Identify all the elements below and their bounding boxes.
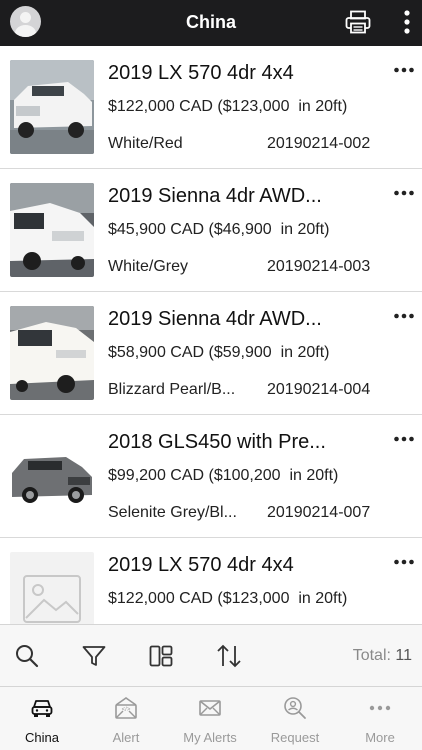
total-number: 11	[395, 647, 412, 664]
vehicle-list[interactable]: 2019 LX 570 4dr 4x4 $122,000 CAD ($123,0…	[0, 46, 422, 624]
listing-price: $99,200 CAD ($100,200 in 20ft)	[108, 467, 339, 484]
listing-stock-number: 20190214-004	[267, 381, 371, 398]
list-toolbar: Total: 11	[0, 624, 422, 687]
list-item[interactable]: 2018 GLS450 with Pre... $99,200 CAD ($10…	[0, 415, 422, 538]
listing-price: $122,000 CAD ($123,000 in 20ft)	[108, 98, 348, 115]
more-icon[interactable]	[393, 66, 415, 74]
listing-price: $45,900 CAD ($46,900 in 20ft)	[108, 221, 330, 238]
listing-color: White/Red	[108, 135, 183, 152]
tab-label: My Alerts	[183, 730, 237, 745]
vehicle-thumbnail	[10, 60, 94, 154]
vehicle-thumbnail	[10, 429, 94, 523]
listing-color: Blizzard Pearl/B...	[108, 381, 236, 398]
more-icon[interactable]	[393, 558, 415, 566]
car-icon	[31, 700, 53, 717]
list-item[interactable]: 2019 Sienna 4dr AWD... $58,900 CAD ($59,…	[0, 292, 422, 415]
tab-label: Request	[270, 730, 320, 745]
search-icon[interactable]	[14, 643, 40, 669]
more-icon[interactable]	[393, 435, 415, 443]
listing-color: White/Grey	[108, 258, 189, 275]
top-bar: China	[0, 0, 422, 46]
vehicle-thumbnail	[10, 306, 94, 400]
tab-my-alerts[interactable]: My Alerts	[168, 687, 252, 750]
total-label: Total:	[352, 647, 396, 664]
tab-request[interactable]: Request	[253, 687, 337, 750]
tab-alert[interactable]: </> Alert	[84, 687, 168, 750]
listing-title: 2019 Sienna 4dr AWD...	[108, 308, 322, 330]
listing-title: 2019 LX 570 4dr 4x4	[108, 62, 294, 84]
more-icon[interactable]	[393, 312, 415, 320]
envelope-icon	[199, 700, 221, 716]
total-count: Total: 11	[353, 647, 412, 665]
listing-stock-number: 20190214-007	[267, 504, 371, 521]
listing-price: $58,900 CAD ($59,900 in 20ft)	[108, 344, 330, 361]
listing-stock-number: 20190214-002	[267, 135, 371, 152]
search-request-icon	[284, 697, 306, 719]
list-item[interactable]: 2019 Sienna 4dr AWD... $45,900 CAD ($46,…	[0, 169, 422, 292]
vertical-ellipsis-icon[interactable]	[400, 9, 414, 35]
alert-mail-icon: </>	[115, 697, 137, 719]
bottom-tab-bar: China </> Alert My Alerts Request More	[0, 687, 422, 750]
svg-text:</>: </>	[122, 707, 131, 713]
filter-icon[interactable]	[81, 643, 107, 669]
list-item[interactable]: 2019 LX 570 4dr 4x4 $122,000 CAD ($123,0…	[0, 46, 422, 169]
tab-label: China	[25, 730, 59, 745]
tab-label: More	[365, 730, 395, 745]
listing-title: 2019 LX 570 4dr 4x4	[108, 554, 294, 576]
vehicle-thumbnail	[10, 183, 94, 277]
tab-china[interactable]: China	[0, 687, 84, 750]
sort-icon[interactable]	[216, 643, 242, 669]
list-item[interactable]: 2019 LX 570 4dr 4x4 $122,000 CAD ($123,0…	[0, 538, 422, 624]
image-placeholder-icon	[10, 552, 94, 624]
tab-label: Alert	[112, 730, 140, 745]
ellipsis-icon	[369, 705, 391, 711]
listing-price: $122,000 CAD ($123,000 in 20ft)	[108, 590, 348, 607]
listing-stock-number: 20190214-003	[267, 258, 371, 275]
listing-title: 2019 Sienna 4dr AWD...	[108, 185, 322, 207]
listing-title: 2018 GLS450 with Pre...	[108, 431, 326, 453]
tab-more[interactable]: More	[338, 687, 422, 750]
more-icon[interactable]	[393, 189, 415, 197]
printer-icon[interactable]	[345, 10, 371, 34]
layout-toggle-icon[interactable]	[148, 643, 174, 669]
listing-color: Selenite Grey/Bl...	[108, 504, 237, 521]
